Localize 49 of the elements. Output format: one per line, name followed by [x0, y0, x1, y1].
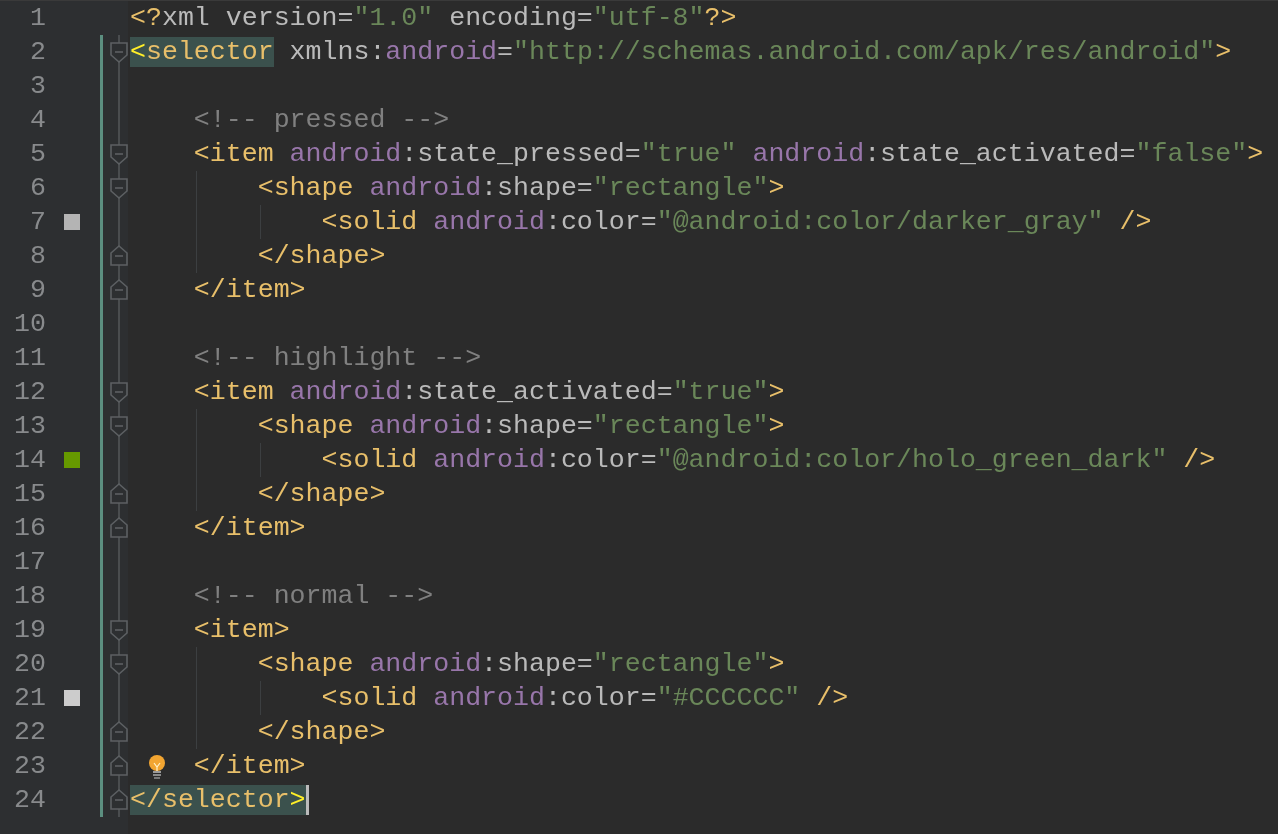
code-line: <solid android:color="@android:color/holo_green_dark" />	[321, 445, 1216, 475]
line-number: 4	[29, 104, 46, 137]
code-line: <!-- normal -->	[193, 581, 434, 611]
code-line: <!-- highlight -->	[193, 343, 482, 373]
line-number: 23	[13, 750, 46, 783]
line-number: 19	[13, 614, 46, 647]
color-swatch[interactable]	[64, 214, 80, 230]
code-line: </item>	[193, 513, 306, 543]
line-number: 12	[13, 376, 46, 409]
line-number: 10	[13, 308, 46, 341]
line-number: 9	[29, 274, 46, 307]
line-number: 21	[13, 682, 46, 715]
code-line: <item>	[193, 615, 290, 645]
line-number: 20	[13, 648, 46, 681]
line-number: 22	[13, 716, 46, 749]
code-line: <item android:state_activated="true">	[193, 377, 785, 407]
code-line: <item android:state_pressed="true" android:state_activated="false">	[193, 139, 1264, 169]
code-line: </item>	[193, 275, 306, 305]
line-number: 11	[13, 342, 46, 375]
line-number: 13	[13, 410, 46, 443]
line-number: 7	[29, 206, 46, 239]
code-line: <solid android:color="#CCCCCC" />	[321, 683, 849, 713]
line-number: 5	[29, 138, 46, 171]
code-line: <shape android:shape="rectangle">	[257, 411, 785, 441]
code-line: <solid android:color="@android:color/darker_gray" />	[321, 207, 1152, 237]
line-number: 17	[13, 546, 46, 579]
code-line: </shape>	[257, 717, 386, 747]
color-swatch[interactable]	[64, 690, 80, 706]
code-line: <?xml version="1.0" encoding="utf-8"?>	[130, 3, 737, 33]
code-line: </selector>	[130, 785, 306, 815]
code-line: </shape>	[257, 241, 386, 271]
line-number: 8	[29, 240, 46, 273]
line-number: 6	[29, 172, 46, 205]
line-number: 1	[29, 2, 46, 35]
line-number: 16	[13, 512, 46, 545]
code-line: <shape android:shape="rectangle">	[257, 173, 785, 203]
color-swatch[interactable]	[64, 452, 80, 468]
line-number: 3	[29, 70, 46, 103]
line-number: 2	[29, 36, 46, 69]
lightbulb-icon[interactable]	[146, 754, 168, 780]
code-line: <shape android:shape="rectangle">	[257, 649, 785, 679]
code-line: <selector xmlns:android="http://schemas.android.com/apk/res/android">	[130, 37, 1232, 67]
code-line: </item>	[193, 751, 306, 781]
code-line: </shape>	[257, 479, 386, 509]
line-number: 15	[13, 478, 46, 511]
line-number: 18	[13, 580, 46, 613]
code-line: <!-- pressed -->	[193, 105, 450, 135]
line-number: 24	[13, 784, 46, 817]
line-number: 14	[13, 444, 46, 477]
